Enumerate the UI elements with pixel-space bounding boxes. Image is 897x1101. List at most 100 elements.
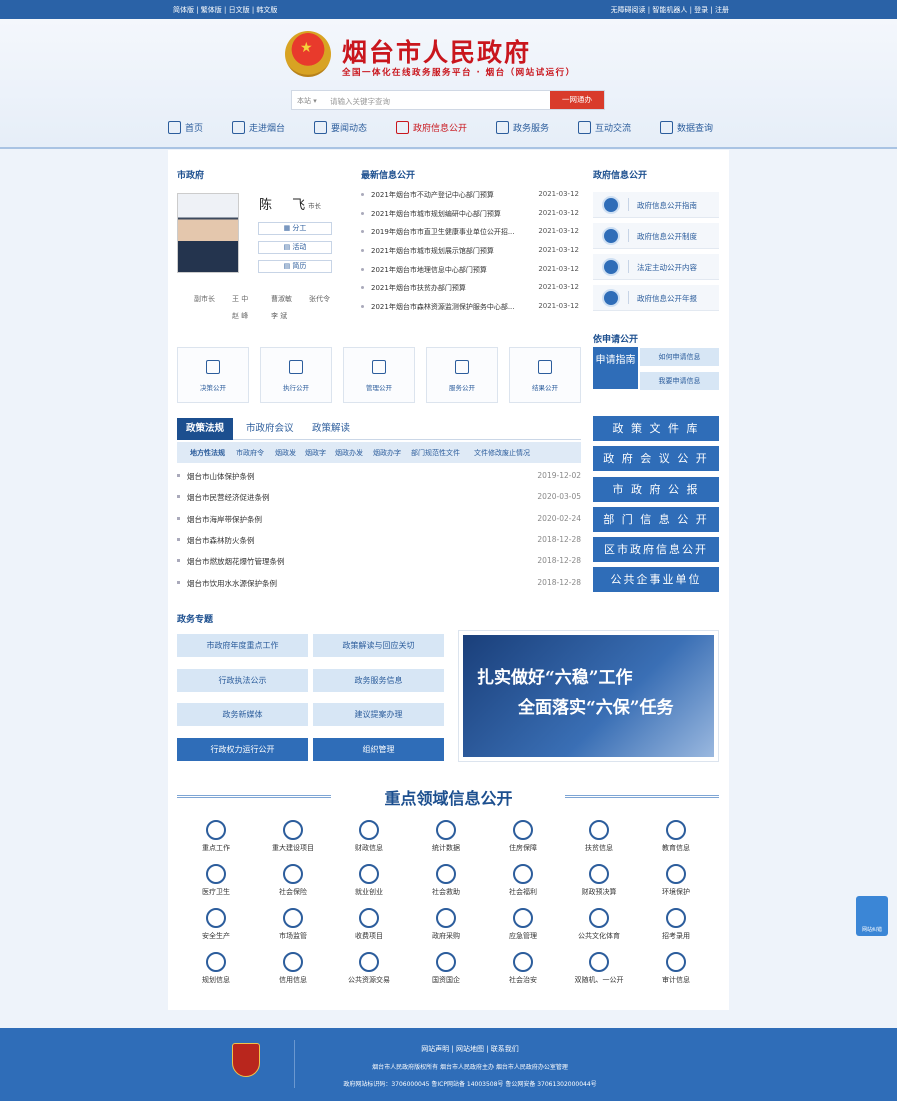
- topic-button[interactable]: 建议提案办理: [313, 703, 444, 726]
- key-item[interactable]: 社会治安: [488, 952, 558, 985]
- language-switch[interactable]: 简体版 | 繁体版 | 日文版 | 韩文版: [173, 5, 277, 15]
- building-icon: [283, 820, 303, 840]
- search-input[interactable]: 请输入关键字查询: [330, 96, 390, 107]
- key-item[interactable]: 医疗卫生: [181, 864, 251, 897]
- relief-icon: [436, 864, 456, 884]
- topic-button[interactable]: 政务新媒体: [177, 703, 308, 726]
- tile-management[interactable]: 管理公开: [343, 347, 415, 403]
- tab-policy[interactable]: 政策法规: [177, 418, 234, 440]
- nav-info-disclosure[interactable]: 政府信息公开: [396, 121, 467, 134]
- subtab[interactable]: 烟政发: [275, 448, 296, 458]
- subtab[interactable]: 市政府令: [236, 448, 264, 458]
- culture-icon: [589, 908, 609, 928]
- tab-interpretation[interactable]: 政策解读: [312, 418, 350, 440]
- key-item[interactable]: 规划信息: [181, 952, 251, 985]
- mayor-duty-button[interactable]: ▦ 分工: [258, 222, 332, 235]
- banner-image[interactable]: 扎实做好“六稳”工作 全面落实“六保”任务: [463, 635, 714, 757]
- key-item[interactable]: 安全生产: [181, 908, 251, 941]
- topic-button[interactable]: 行政执法公示: [177, 669, 308, 692]
- key-item[interactable]: 社会保险: [258, 864, 328, 897]
- key-item[interactable]: 社会福利: [488, 864, 558, 897]
- meeting-disclosure-button[interactable]: 政 府 会 议 公 开: [593, 446, 719, 471]
- key-item[interactable]: 双随机、一公开: [564, 952, 634, 985]
- mayor-title: 市长: [308, 202, 321, 210]
- key-item[interactable]: 环境保护: [641, 864, 711, 897]
- tile-result[interactable]: 结果公开: [509, 347, 581, 403]
- apply-now-button[interactable]: 我要申请信息: [640, 372, 719, 390]
- vice-mayor-link[interactable]: 李 斌: [271, 311, 287, 321]
- key-item[interactable]: 应急管理: [488, 908, 558, 941]
- key-item[interactable]: 信用信息: [258, 952, 328, 985]
- key-item[interactable]: 国资国企: [411, 952, 481, 985]
- key-item[interactable]: 财政信息: [334, 820, 404, 853]
- gov-info-rules[interactable]: 政府信息公开制度: [593, 223, 719, 249]
- nav-data[interactable]: 数据查询: [660, 121, 713, 134]
- gov-info-report[interactable]: 政府信息公开年报: [593, 285, 719, 311]
- topic-button[interactable]: 政策解读与回应关切: [313, 634, 444, 657]
- subtab[interactable]: 部门规范性文件: [411, 448, 460, 458]
- key-item[interactable]: 审计信息: [641, 952, 711, 985]
- policy-library-button[interactable]: 政 策 文 件 库: [593, 416, 719, 441]
- topic-button[interactable]: 行政权力运行公开: [177, 738, 308, 761]
- nav-services[interactable]: 政务服务: [496, 121, 549, 134]
- home-icon: [168, 121, 181, 134]
- key-item[interactable]: 市场监管: [258, 908, 328, 941]
- key-item[interactable]: 就业创业: [334, 864, 404, 897]
- vice-mayor-link[interactable]: 王 中: [232, 294, 248, 304]
- medical-icon: [206, 864, 226, 884]
- key-item[interactable]: 公共文化体育: [564, 908, 634, 941]
- subtab[interactable]: 烟政字: [305, 448, 326, 458]
- nav-about[interactable]: 走进烟台: [232, 121, 285, 134]
- subtab[interactable]: 烟政办字: [373, 448, 401, 458]
- vice-mayor-link[interactable]: 赵 峰: [232, 311, 248, 321]
- subtab[interactable]: 烟政办发: [335, 448, 363, 458]
- banner-carousel[interactable]: 扎实做好“六稳”工作 全面落实“六保”任务: [458, 630, 719, 762]
- mayor-activity-button[interactable]: ▤ 活动: [258, 241, 332, 254]
- footer-links[interactable]: 网站声明 | 网站地图 | 联系我们: [300, 1044, 640, 1054]
- mayor-name[interactable]: 陈 飞: [259, 194, 313, 213]
- key-item[interactable]: 财政预决算: [564, 864, 634, 897]
- key-item[interactable]: 重点工作: [181, 820, 251, 853]
- subtab[interactable]: 文件修改废止情况: [474, 448, 530, 458]
- public-enterprise-button[interactable]: 公共企事业单位: [593, 567, 719, 592]
- error-report-logo-icon[interactable]: [232, 1043, 260, 1077]
- nav-news[interactable]: 要闻动态: [314, 121, 367, 134]
- key-item[interactable]: 社会救助: [411, 864, 481, 897]
- gazette-button[interactable]: 市 政 府 公 报: [593, 477, 719, 502]
- key-item[interactable]: 收费项目: [334, 908, 404, 941]
- search-button[interactable]: 一网通办: [550, 91, 604, 109]
- how-to-apply-button[interactable]: 如何申请信息: [640, 348, 719, 366]
- key-item[interactable]: 招考录用: [641, 908, 711, 941]
- user-links[interactable]: 无障碍阅读 | 智能机器人 | 登录 | 注册: [611, 5, 729, 15]
- vice-mayor-link[interactable]: 曹淑敏: [271, 294, 292, 304]
- gov-info-guide[interactable]: 政府信息公开指南: [593, 192, 719, 218]
- mayor-resume-button[interactable]: ▤ 简历: [258, 260, 332, 273]
- tab-meeting[interactable]: 市政府会议: [246, 418, 294, 440]
- tile-execution[interactable]: 执行公开: [260, 347, 332, 403]
- search-scope-select[interactable]: 本站 ▾: [297, 96, 317, 106]
- topic-button[interactable]: 政务服务信息: [313, 669, 444, 692]
- apply-guide-button[interactable]: 申请指南: [593, 347, 638, 389]
- key-item[interactable]: 公共资源交易: [334, 952, 404, 985]
- key-item[interactable]: 重大建设项目: [258, 820, 328, 853]
- key-item[interactable]: 政府采购: [411, 908, 481, 941]
- topic-button[interactable]: 组织管理: [313, 738, 444, 761]
- vice-mayor-link[interactable]: 张代令: [309, 294, 330, 304]
- subtab-local-law[interactable]: 地方性法规: [190, 448, 225, 458]
- tile-decision[interactable]: 决策公开: [177, 347, 249, 403]
- gov-info-content[interactable]: 法定主动公开内容: [593, 254, 719, 280]
- key-item[interactable]: 扶贫信息: [564, 820, 634, 853]
- error-report-float-button[interactable]: 网站纠错: [856, 896, 888, 936]
- key-item[interactable]: 教育信息: [641, 820, 711, 853]
- site-title[interactable]: 烟台市人民政府: [342, 33, 531, 69]
- district-info-button[interactable]: 区市政府信息公开: [593, 537, 719, 562]
- mayor-photo[interactable]: [177, 193, 239, 273]
- nav-interaction[interactable]: 互动交流: [578, 121, 631, 134]
- service-icon: [455, 360, 469, 374]
- tile-service[interactable]: 服务公开: [426, 347, 498, 403]
- nav-home[interactable]: 首页: [168, 121, 203, 134]
- key-item[interactable]: 住房保障: [488, 820, 558, 853]
- topic-button[interactable]: 市政府年度重点工作: [177, 634, 308, 657]
- key-item[interactable]: 统计数据: [411, 820, 481, 853]
- department-info-button[interactable]: 部 门 信 息 公 开: [593, 507, 719, 532]
